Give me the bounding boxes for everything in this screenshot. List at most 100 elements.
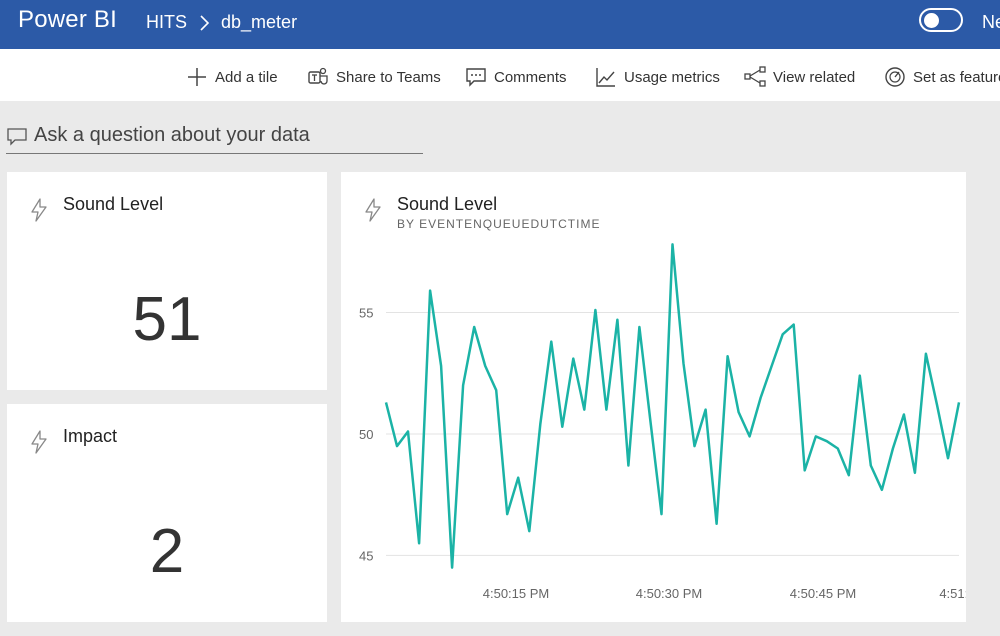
data-point[interactable] xyxy=(824,438,830,444)
share-to-teams-label: Share to Teams xyxy=(336,68,441,86)
add-tile-button[interactable]: Add a tile xyxy=(186,66,278,88)
y-tick-label: 45 xyxy=(359,548,373,563)
data-point[interactable] xyxy=(460,382,466,388)
data-point[interactable] xyxy=(857,373,863,379)
data-point[interactable] xyxy=(879,487,885,493)
data-point[interactable] xyxy=(482,363,488,369)
data-point[interactable] xyxy=(493,387,499,393)
data-point[interactable] xyxy=(802,467,808,473)
data-point[interactable] xyxy=(901,412,907,418)
action-bar: Add a tile Share to Teams Comments Usage… xyxy=(0,49,1000,101)
data-point[interactable] xyxy=(890,446,896,452)
data-point[interactable] xyxy=(648,419,654,425)
add-tile-label: Add a tile xyxy=(215,68,278,86)
x-tick-label: 4:50:15 PM xyxy=(483,586,550,601)
x-tick-label: 4:50:45 PM xyxy=(790,586,857,601)
comments-button[interactable]: Comments xyxy=(465,66,567,88)
sound-level-chart-tile[interactable]: Sound Level BY EVENTENQUEUEDUTCTIME 45 50… xyxy=(341,172,966,622)
tile-title: Sound Level xyxy=(63,194,164,214)
data-point[interactable] xyxy=(548,339,554,345)
line-chart: 45 50 55 4:50:15 PM 4:50:30 PM 4:50:45 PM 4:51… xyxy=(359,241,966,601)
data-point[interactable] xyxy=(394,443,400,449)
data-point[interactable] xyxy=(956,399,962,405)
data-point[interactable] xyxy=(603,407,609,413)
data-point[interactable] xyxy=(692,443,698,449)
data-point[interactable] xyxy=(670,241,676,247)
y-tick-label: 55 xyxy=(359,305,373,320)
data-point[interactable] xyxy=(923,351,929,357)
usage-metrics-label: Usage metrics xyxy=(624,68,720,86)
card-value: 51 xyxy=(132,285,202,354)
card-value: 2 xyxy=(149,517,185,586)
sound-level-card-tile[interactable]: Sound Level 51 xyxy=(7,172,327,390)
data-point[interactable] xyxy=(438,363,444,369)
data-point[interactable] xyxy=(725,353,731,359)
data-point[interactable] xyxy=(416,540,422,546)
series-line[interactable] xyxy=(384,243,961,569)
data-point[interactable] xyxy=(736,409,742,415)
gauge-icon xyxy=(885,67,905,87)
data-point[interactable] xyxy=(537,421,543,427)
data-point[interactable] xyxy=(570,356,576,362)
plus-icon xyxy=(188,68,206,86)
data-point[interactable] xyxy=(405,429,411,435)
impact-card-tile[interactable]: Impact 2 xyxy=(7,404,327,622)
x-tick-label: 4:50:30 PM xyxy=(636,586,703,601)
data-point[interactable] xyxy=(747,433,753,439)
data-point[interactable] xyxy=(515,475,521,481)
data-point[interactable] xyxy=(758,395,764,401)
share-to-teams-button[interactable]: Share to Teams xyxy=(307,66,441,88)
y-tick-label: 50 xyxy=(359,427,373,442)
data-point[interactable] xyxy=(846,472,852,478)
breadcrumb: HITS db_meter xyxy=(146,12,297,33)
data-point[interactable] xyxy=(526,528,532,534)
view-related-label: View related xyxy=(773,68,856,86)
data-point[interactable] xyxy=(449,565,455,571)
data-point[interactable] xyxy=(714,521,720,527)
data-point[interactable] xyxy=(559,424,565,430)
data-point[interactable] xyxy=(703,407,709,413)
data-point[interactable] xyxy=(581,407,587,413)
data-point[interactable] xyxy=(592,307,598,313)
top-bar: Power BI HITS db_meter Ne xyxy=(0,0,1000,49)
data-point[interactable] xyxy=(868,463,874,469)
data-point[interactable] xyxy=(835,446,841,452)
data-point[interactable] xyxy=(769,363,775,369)
teams-icon xyxy=(308,67,328,85)
qna-input[interactable] xyxy=(34,124,414,147)
new-look-toggle[interactable] xyxy=(919,8,963,32)
chevron-right-icon xyxy=(197,13,211,33)
comment-icon xyxy=(7,127,27,146)
data-point[interactable] xyxy=(427,288,433,294)
qna-box xyxy=(6,118,423,154)
data-point[interactable] xyxy=(813,433,819,439)
tile-title: Impact xyxy=(63,426,118,446)
breadcrumb-dashboard[interactable]: db_meter xyxy=(221,12,297,33)
data-point[interactable] xyxy=(383,399,389,405)
toggle-label: Ne xyxy=(982,12,1000,32)
lightning-icon xyxy=(31,430,47,454)
comment-icon xyxy=(466,68,486,87)
set-as-featured-label: Set as feature xyxy=(913,68,1000,86)
app-brand[interactable]: Power BI xyxy=(18,6,117,34)
data-point[interactable] xyxy=(934,402,940,408)
data-point[interactable] xyxy=(780,331,786,337)
view-related-button[interactable]: View related xyxy=(744,66,855,88)
data-point[interactable] xyxy=(912,470,918,476)
set-as-featured-button[interactable]: Set as feature xyxy=(884,66,1000,88)
data-point[interactable] xyxy=(659,511,665,517)
data-point[interactable] xyxy=(945,455,951,461)
usage-metrics-button[interactable]: Usage metrics xyxy=(595,66,720,88)
lightning-icon xyxy=(31,198,47,222)
data-point[interactable] xyxy=(625,463,631,469)
breadcrumb-workspace[interactable]: HITS xyxy=(146,12,187,33)
data-point[interactable] xyxy=(681,361,687,367)
data-point[interactable] xyxy=(791,322,797,328)
share-nodes-icon xyxy=(744,66,766,87)
data-point[interactable] xyxy=(504,511,510,517)
chart-line-icon xyxy=(596,68,615,87)
toggle-knob xyxy=(924,13,939,28)
data-point[interactable] xyxy=(471,324,477,330)
data-point[interactable] xyxy=(614,317,620,323)
data-point[interactable] xyxy=(636,324,642,330)
